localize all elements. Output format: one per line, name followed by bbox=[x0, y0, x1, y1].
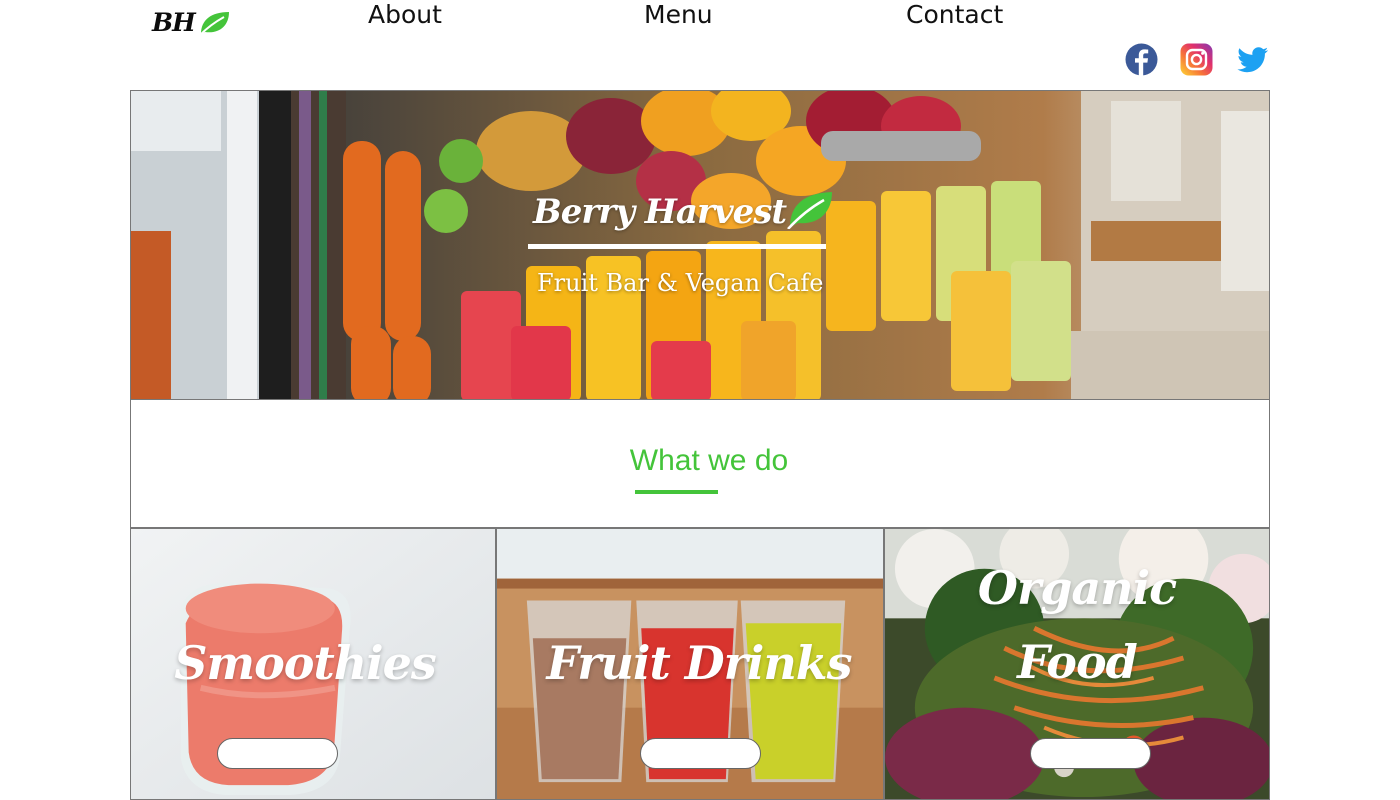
brand-logo[interactable]: BH bbox=[152, 6, 231, 38]
facebook-icon[interactable] bbox=[1125, 43, 1158, 76]
leaf-icon bbox=[787, 192, 833, 229]
card-organic-food[interactable]: Organic Food bbox=[884, 528, 1270, 800]
hero-subtitle: Fruit Bar & Vegan Cafe bbox=[537, 269, 824, 297]
section-title: What we do bbox=[629, 444, 789, 477]
nav-about-link[interactable]: About bbox=[368, 0, 442, 30]
card-title-line1: Organic bbox=[977, 561, 1177, 615]
twitter-icon[interactable] bbox=[1236, 43, 1269, 76]
what-we-do-section: What we do bbox=[130, 400, 1270, 528]
fruit-drinks-button[interactable] bbox=[640, 738, 761, 769]
card-title: Smoothies bbox=[174, 636, 437, 690]
hero-title-wrap: Berry Harvest bbox=[533, 187, 873, 237]
card-fruit-drinks[interactable]: Fruit Drinks bbox=[496, 528, 884, 800]
instagram-icon[interactable] bbox=[1180, 43, 1213, 76]
hero-title: Berry Harvest bbox=[533, 192, 787, 232]
section-title-underline bbox=[635, 490, 718, 494]
logo-text: BH bbox=[152, 7, 196, 37]
organic-food-button[interactable] bbox=[1030, 738, 1151, 769]
leaf-icon bbox=[199, 12, 229, 36]
hero-banner: Berry Harvest Fruit Bar & Vegan Cafe bbox=[130, 90, 1270, 400]
nav-menu-link[interactable]: Menu bbox=[644, 0, 713, 30]
hero-divider bbox=[528, 244, 826, 249]
nav-contact-link[interactable]: Contact bbox=[906, 0, 1003, 30]
card-smoothies[interactable]: Smoothies bbox=[130, 528, 496, 800]
card-title-line2: Food bbox=[1017, 635, 1138, 689]
smoothies-button[interactable] bbox=[217, 738, 338, 769]
card-title: Fruit Drinks bbox=[546, 636, 852, 690]
